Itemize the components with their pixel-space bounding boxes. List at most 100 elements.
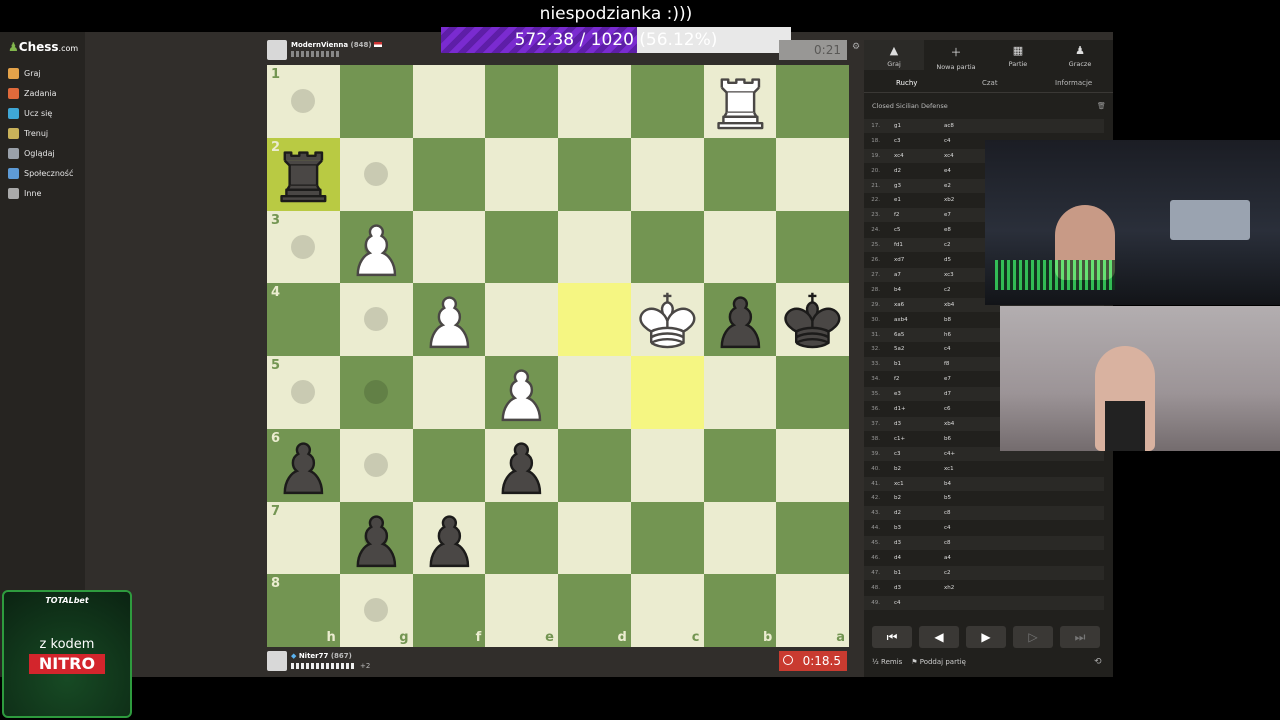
black-move[interactable]: e7 (944, 372, 951, 386)
white-move[interactable]: c3 (894, 134, 901, 148)
white-pawn-icon[interactable] (413, 283, 486, 356)
square-g4[interactable] (339, 283, 413, 356)
white-move[interactable]: f2 (894, 372, 899, 386)
white-move[interactable]: c1+ (894, 432, 905, 446)
black-move[interactable]: d7 (944, 387, 951, 401)
square-d1[interactable] (558, 65, 631, 138)
bottom-player-name[interactable]: ◆ Niter77 (867) (291, 652, 352, 660)
white-move[interactable]: c3 (894, 447, 901, 461)
first-move-button[interactable]: ⏮ (872, 626, 912, 648)
square-c8[interactable]: c (630, 574, 704, 647)
white-pawn-icon[interactable] (340, 211, 413, 284)
black-move[interactable]: c2 (944, 283, 951, 297)
flip-board-icon[interactable]: ⟲ (1094, 657, 1102, 667)
square-d2[interactable] (558, 137, 631, 211)
white-move[interactable]: xd5 (894, 112, 904, 118)
white-move[interactable]: b2 (894, 462, 901, 476)
white-move[interactable]: d2 (894, 506, 901, 520)
white-move[interactable]: e1 (894, 193, 901, 207)
legal-move-dot[interactable] (363, 452, 388, 477)
black-move[interactable]: f8 (944, 357, 949, 371)
white-move[interactable]: b3 (894, 521, 901, 535)
square-h4[interactable]: 4 (267, 283, 340, 356)
legal-move-dot[interactable] (363, 380, 388, 404)
square-d8[interactable]: d (558, 574, 631, 647)
white-move[interactable]: xc4 (894, 149, 904, 163)
chess-board[interactable]: 12345678hgfedcba (267, 65, 849, 647)
top-player-name[interactable]: ModernVienna (848) (291, 41, 382, 49)
black-move[interactable]: e4 (944, 164, 951, 178)
black-move[interactable]: c2 (944, 566, 951, 580)
white-move[interactable]: d3 (894, 581, 901, 595)
square-d6[interactable] (558, 428, 631, 502)
square-e7[interactable] (485, 501, 558, 575)
nav-item-4[interactable]: Oglądaj (8, 145, 55, 161)
black-move[interactable]: h6 (944, 328, 951, 342)
white-move[interactable]: 5a2 (894, 342, 904, 356)
white-move[interactable]: xc1 (894, 477, 904, 491)
black-move[interactable]: c2 (944, 238, 951, 252)
white-move[interactable]: c4 (894, 596, 901, 610)
white-move[interactable]: b2 (894, 491, 901, 505)
top-tab-3[interactable]: ♟ Gracze (1050, 42, 1110, 68)
bottom-player-username[interactable]: Niter77 (299, 652, 329, 660)
square-h5[interactable]: 5 (267, 356, 340, 429)
bottom-player-avatar[interactable] (267, 651, 287, 671)
black-move[interactable]: xb4 (944, 417, 954, 431)
square-h8[interactable]: 8h (267, 574, 340, 647)
legal-move-dot[interactable] (363, 161, 388, 186)
square-d5[interactable] (558, 356, 631, 429)
last-move-button[interactable]: ⏭ (1060, 626, 1100, 648)
square-g2[interactable] (339, 137, 413, 211)
square-a8[interactable]: a (776, 574, 849, 647)
black-move[interactable]: c6 (944, 402, 951, 416)
white-move[interactable]: e3 (894, 387, 901, 401)
square-h7[interactable]: 7 (267, 501, 340, 575)
square-b2[interactable] (703, 137, 777, 211)
square-e4[interactable] (485, 283, 558, 356)
square-e2[interactable] (485, 137, 558, 211)
square-g8[interactable]: g (339, 574, 413, 647)
square-h3[interactable]: 3 (267, 210, 340, 284)
square-g1[interactable] (339, 65, 413, 138)
black-move[interactable]: b5 (944, 491, 951, 505)
black-move[interactable]: e8 (944, 223, 951, 237)
top-tab-0[interactable]: ▲ Graj (864, 42, 924, 68)
square-a5[interactable] (776, 356, 849, 429)
resign-button[interactable]: ⚑ Poddaj partię (911, 658, 966, 666)
square-f8[interactable]: f (412, 574, 486, 647)
black-pawn-icon[interactable] (267, 429, 340, 502)
black-king-icon[interactable] (776, 283, 849, 356)
black-move[interactable]: xb4 (944, 298, 954, 312)
tab-chat[interactable]: Czat (982, 79, 998, 87)
white-move[interactable]: d3 (894, 536, 901, 550)
white-move[interactable]: d2 (894, 164, 901, 178)
white-rook-icon[interactable] (704, 65, 777, 138)
white-move[interactable]: b1 (894, 357, 901, 371)
white-move[interactable]: 6a5 (894, 328, 904, 342)
black-move[interactable]: b6 (944, 432, 951, 446)
white-move[interactable]: g3 (894, 179, 901, 193)
white-move[interactable]: c5 (894, 223, 901, 237)
top-tab-2[interactable]: ▦ Partie (988, 42, 1048, 68)
prev-move-button[interactable]: ◀ (919, 626, 959, 648)
legal-move-dot[interactable] (363, 307, 388, 332)
sponsor-ad[interactable]: TOTALbet z kodem NITRO (2, 590, 132, 718)
square-a6[interactable] (776, 428, 849, 502)
square-a2[interactable] (776, 137, 849, 211)
opening-name[interactable]: Closed Sicilian Defense (872, 102, 948, 110)
square-b6[interactable] (703, 428, 777, 502)
square-c2[interactable] (630, 137, 704, 211)
legal-move-dot[interactable] (291, 234, 315, 259)
square-e1[interactable] (485, 65, 558, 138)
black-move[interactable]: xc4 (944, 149, 954, 163)
square-b8[interactable]: b (703, 574, 777, 647)
black-move[interactable]: xh2 (944, 581, 954, 595)
white-move[interactable]: d4 (894, 551, 901, 565)
black-move[interactable]: xd5 (944, 112, 954, 118)
square-e8[interactable]: e (485, 574, 558, 647)
nav-item-1[interactable]: Zadania (8, 85, 57, 101)
square-f2[interactable] (412, 137, 486, 211)
tab-info[interactable]: Informacje (1055, 79, 1092, 87)
white-move[interactable]: b4 (894, 283, 901, 297)
